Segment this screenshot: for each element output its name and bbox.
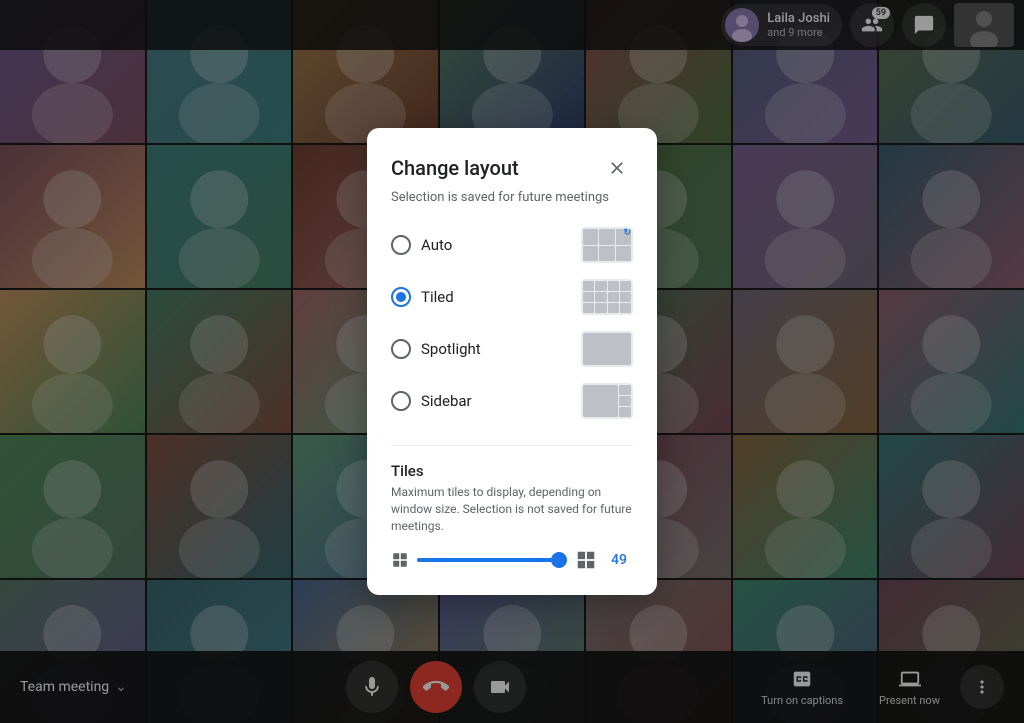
change-layout-modal: Change layout Selection is saved for fut…: [367, 128, 657, 594]
layout-label-tiled: Tiled: [421, 288, 454, 306]
modal-title: Change layout: [391, 156, 519, 180]
layout-thumb-spotlight: [581, 331, 633, 367]
radio-tiled-inner: [396, 292, 406, 302]
layout-thumb-tiled: [581, 279, 633, 315]
radio-sidebar: [391, 391, 411, 411]
layout-thumb-auto: ↻: [581, 227, 633, 263]
tiles-slider[interactable]: [417, 550, 567, 570]
layout-label-sidebar: Sidebar: [421, 392, 472, 410]
radio-spotlight: [391, 339, 411, 359]
close-button[interactable]: [601, 152, 633, 184]
modal-overlay: Change layout Selection is saved for fut…: [0, 0, 1024, 723]
tiles-value: 49: [605, 552, 633, 568]
tiles-section: Tiles Maximum tiles to display, dependin…: [391, 445, 633, 570]
layout-options: Auto ↻: [391, 221, 633, 425]
layout-option-tiled[interactable]: Tiled: [391, 273, 633, 321]
layout-label-auto: Auto: [421, 236, 452, 254]
layout-option-auto[interactable]: Auto ↻: [391, 221, 633, 269]
layout-option-spotlight[interactable]: Spotlight: [391, 325, 633, 373]
radio-auto: [391, 235, 411, 255]
radio-tiled: [391, 287, 411, 307]
layout-thumb-sidebar: [581, 383, 633, 419]
layout-label-spotlight: Spotlight: [421, 340, 481, 358]
tiles-small-icon: [391, 551, 409, 569]
modal-subtitle: Selection is saved for future meetings: [391, 190, 633, 205]
tiles-description: Maximum tiles to display, depending on w…: [391, 484, 633, 534]
layout-option-sidebar[interactable]: Sidebar: [391, 377, 633, 425]
tiles-title: Tiles: [391, 462, 633, 480]
tiles-large-icon: [575, 549, 597, 571]
